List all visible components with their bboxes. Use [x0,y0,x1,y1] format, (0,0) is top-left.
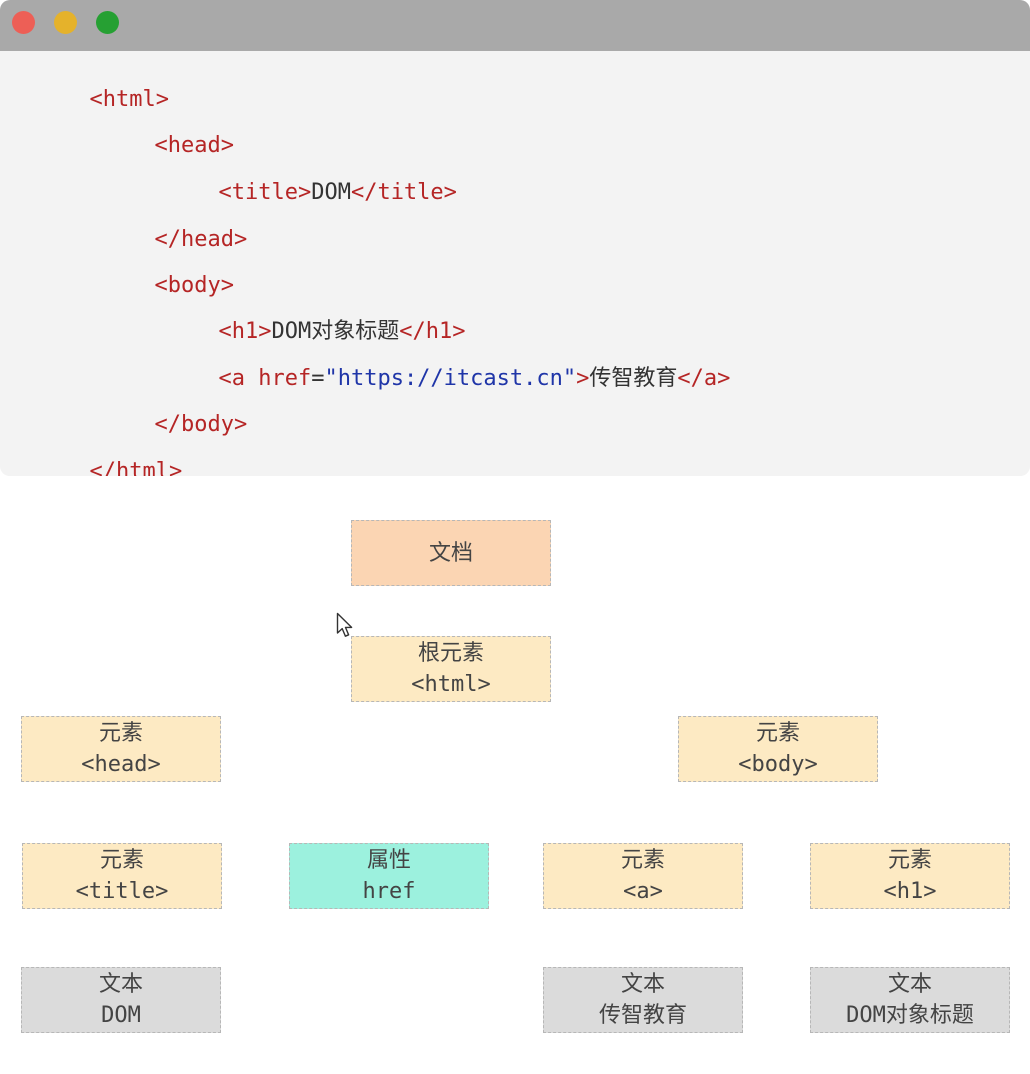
code-line-html-open: <html> [10,55,168,112]
node-title-kind: 元素 [99,848,144,873]
a-open-tag-end: > [576,366,590,391]
code-line-head-open: <head> [75,101,233,158]
minimize-button[interactable] [54,11,77,34]
href-attr-value: "https://itcast.cn" [324,366,577,391]
code-line-a: <a href="https://itcast.cn">传智教育</a> [139,334,730,391]
node-text-itcast-value: 传智教育 [598,1003,687,1028]
window-titlebar [0,0,1030,51]
tree-node-head: 元素 <head> [21,716,221,782]
tree-node-text-dom: 文本 DOM [21,967,221,1033]
node-html-name: <html> [411,672,491,697]
a-close-tag: </a> [677,366,731,391]
attr-equals: = [311,366,325,391]
node-text-title-value: DOM对象标题 [846,1003,974,1028]
maximize-button[interactable] [96,11,119,34]
code-line-html-close: </html> [10,427,182,476]
code-window: <html> <head> <title>DOM</title> </head>… [0,0,1030,476]
node-text-title-kind: 文本 [887,972,932,997]
a-text: 传智教育 [589,366,678,391]
tree-node-h1: 元素 <h1> [810,843,1010,909]
tree-node-html: 根元素 <html> [351,636,551,702]
node-title-name: <title> [75,879,169,904]
code-line-h1: <h1>DOM对象标题</h1> [139,287,465,344]
node-body-kind: 元素 [755,721,800,746]
node-a-kind: 元素 [620,848,665,873]
code-block: <html> <head> <title>DOM</title> </head>… [0,51,1030,476]
mouse-pointer-icon [336,612,353,637]
title-close-tag: </title> [350,180,457,205]
tree-node-body: 元素 <body> [678,716,878,782]
node-href-name: href [362,879,416,904]
node-head-name: <head> [81,752,161,777]
node-text-itcast-kind: 文本 [620,972,665,997]
href-attr-name: href [258,366,312,391]
node-a-name: <a> [623,879,663,904]
title-text: DOM [311,180,351,205]
tree-node-title: 元素 <title> [22,843,222,909]
html-close-tag: </html> [89,459,183,476]
node-html-kind: 根元素 [417,641,484,666]
node-document-label: 文档 [428,540,473,566]
node-body-name: <body> [738,752,818,777]
tree-node-text-itcast: 文本 传智教育 [543,967,743,1033]
tree-node-a: 元素 <a> [543,843,743,909]
node-h1-kind: 元素 [887,848,932,873]
tree-node-href-attribute: 属性 href [289,843,489,909]
node-h1-name: <h1> [883,879,937,904]
code-line-body-open: <body> [75,241,233,298]
node-text-dom-kind: 文本 [98,972,143,997]
tree-node-document: 文档 [351,520,551,586]
close-button[interactable] [12,11,35,34]
node-head-kind: 元素 [98,721,143,746]
node-text-dom-value: DOM [101,1003,141,1028]
code-line-title: <title>DOM</title> [139,148,456,205]
code-line-head-close: </head> [75,195,247,252]
node-href-kind: 属性 [366,848,411,873]
tree-node-text-title: 文本 DOM对象标题 [810,967,1010,1033]
code-line-body-close: </body> [75,380,247,437]
